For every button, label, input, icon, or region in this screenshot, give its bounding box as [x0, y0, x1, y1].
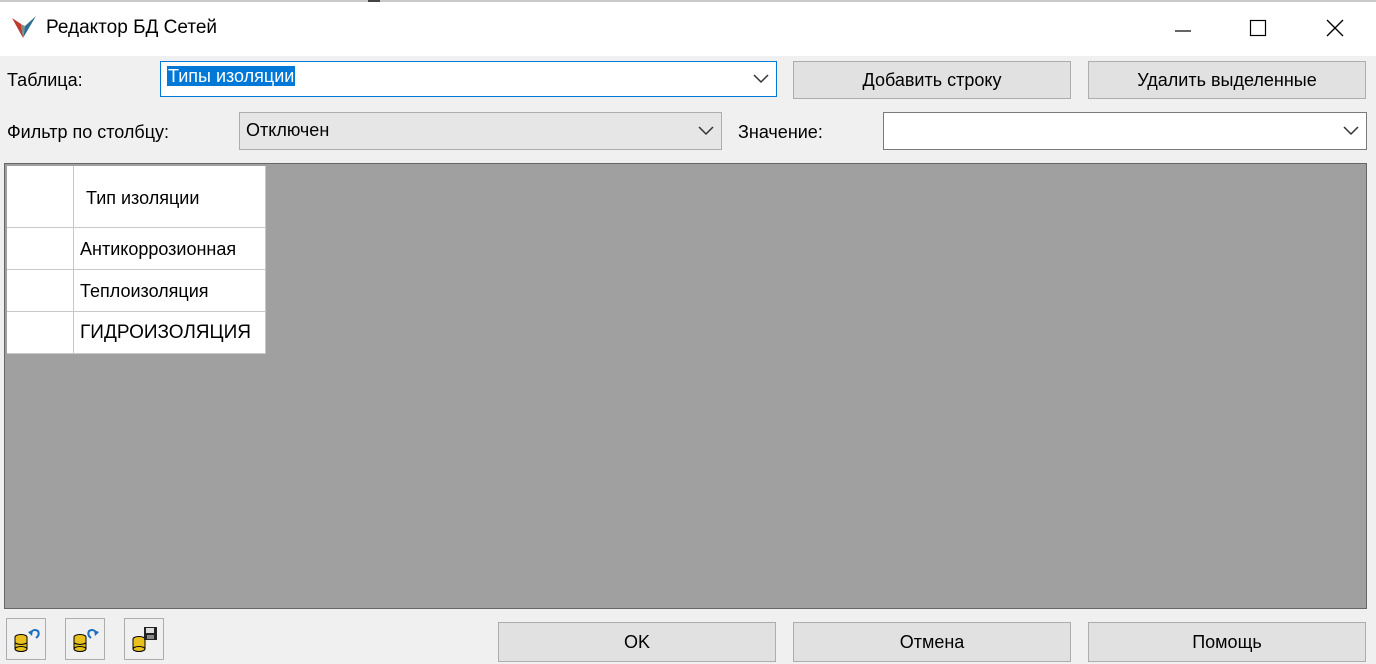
filter-column-label: Фильтр по столбцу:	[7, 122, 170, 142]
row-header[interactable]	[7, 312, 74, 354]
column-header-insulation-type[interactable]: Тип изоляции	[74, 166, 266, 228]
table-select-value: Типы изоляции	[167, 66, 296, 86]
cancel-button[interactable]: Отмена	[793, 622, 1071, 662]
db-save-button[interactable]	[124, 618, 164, 660]
db-undo-icon	[14, 629, 40, 652]
table-label: Таблица:	[7, 70, 83, 90]
db-redo-icon	[73, 629, 99, 652]
filter-column-select[interactable]: Отключен	[239, 112, 722, 150]
row-header[interactable]	[7, 228, 74, 270]
window-title: Редактор БД Сетей	[46, 17, 218, 38]
cell-text: Антикоррозионная	[80, 239, 237, 259]
help-button[interactable]: Помощь	[1088, 622, 1366, 662]
filter-value-select[interactable]	[883, 112, 1367, 150]
add-row-button[interactable]: Добавить строку	[793, 61, 1071, 99]
ok-button[interactable]: OK	[498, 622, 776, 662]
db-save-icon	[132, 627, 157, 652]
minimize-button[interactable]	[1143, 0, 1223, 56]
table-cell[interactable]: Теплоизоляция	[74, 270, 266, 312]
close-button[interactable]	[1295, 0, 1375, 56]
app-logo-icon	[10, 14, 38, 42]
chevron-down-icon[interactable]	[697, 113, 715, 149]
cell-text: Теплоизоляция	[80, 281, 209, 301]
close-icon	[1326, 19, 1344, 37]
table-select[interactable]: Типы изоляции	[160, 61, 777, 97]
chevron-down-icon[interactable]	[752, 62, 770, 96]
delete-selected-button[interactable]: Удалить выделенные	[1088, 61, 1366, 99]
maximize-icon	[1249, 19, 1267, 37]
filter-value-label: Значение:	[738, 122, 823, 142]
db-redo-button[interactable]	[65, 618, 105, 660]
minimize-icon	[1175, 30, 1191, 32]
chevron-down-icon[interactable]	[1342, 113, 1360, 149]
data-grid[interactable]: Тип изоляции Антикоррозионная Теплоизоля…	[4, 163, 1367, 609]
row-header[interactable]	[7, 270, 74, 312]
table-cell[interactable]: ГИДРОИЗОЛЯЦИЯ	[74, 312, 266, 354]
maximize-button[interactable]	[1218, 0, 1298, 56]
filter-column-value: Отключен	[246, 120, 330, 140]
column-header-label: Тип изоляции	[86, 188, 200, 208]
cell-text: ГИДРОИЗОЛЯЦИЯ	[80, 322, 251, 343]
db-undo-button[interactable]	[6, 618, 46, 660]
grid-corner-header[interactable]	[7, 166, 74, 228]
table-cell[interactable]: Антикоррозионная	[74, 228, 266, 270]
